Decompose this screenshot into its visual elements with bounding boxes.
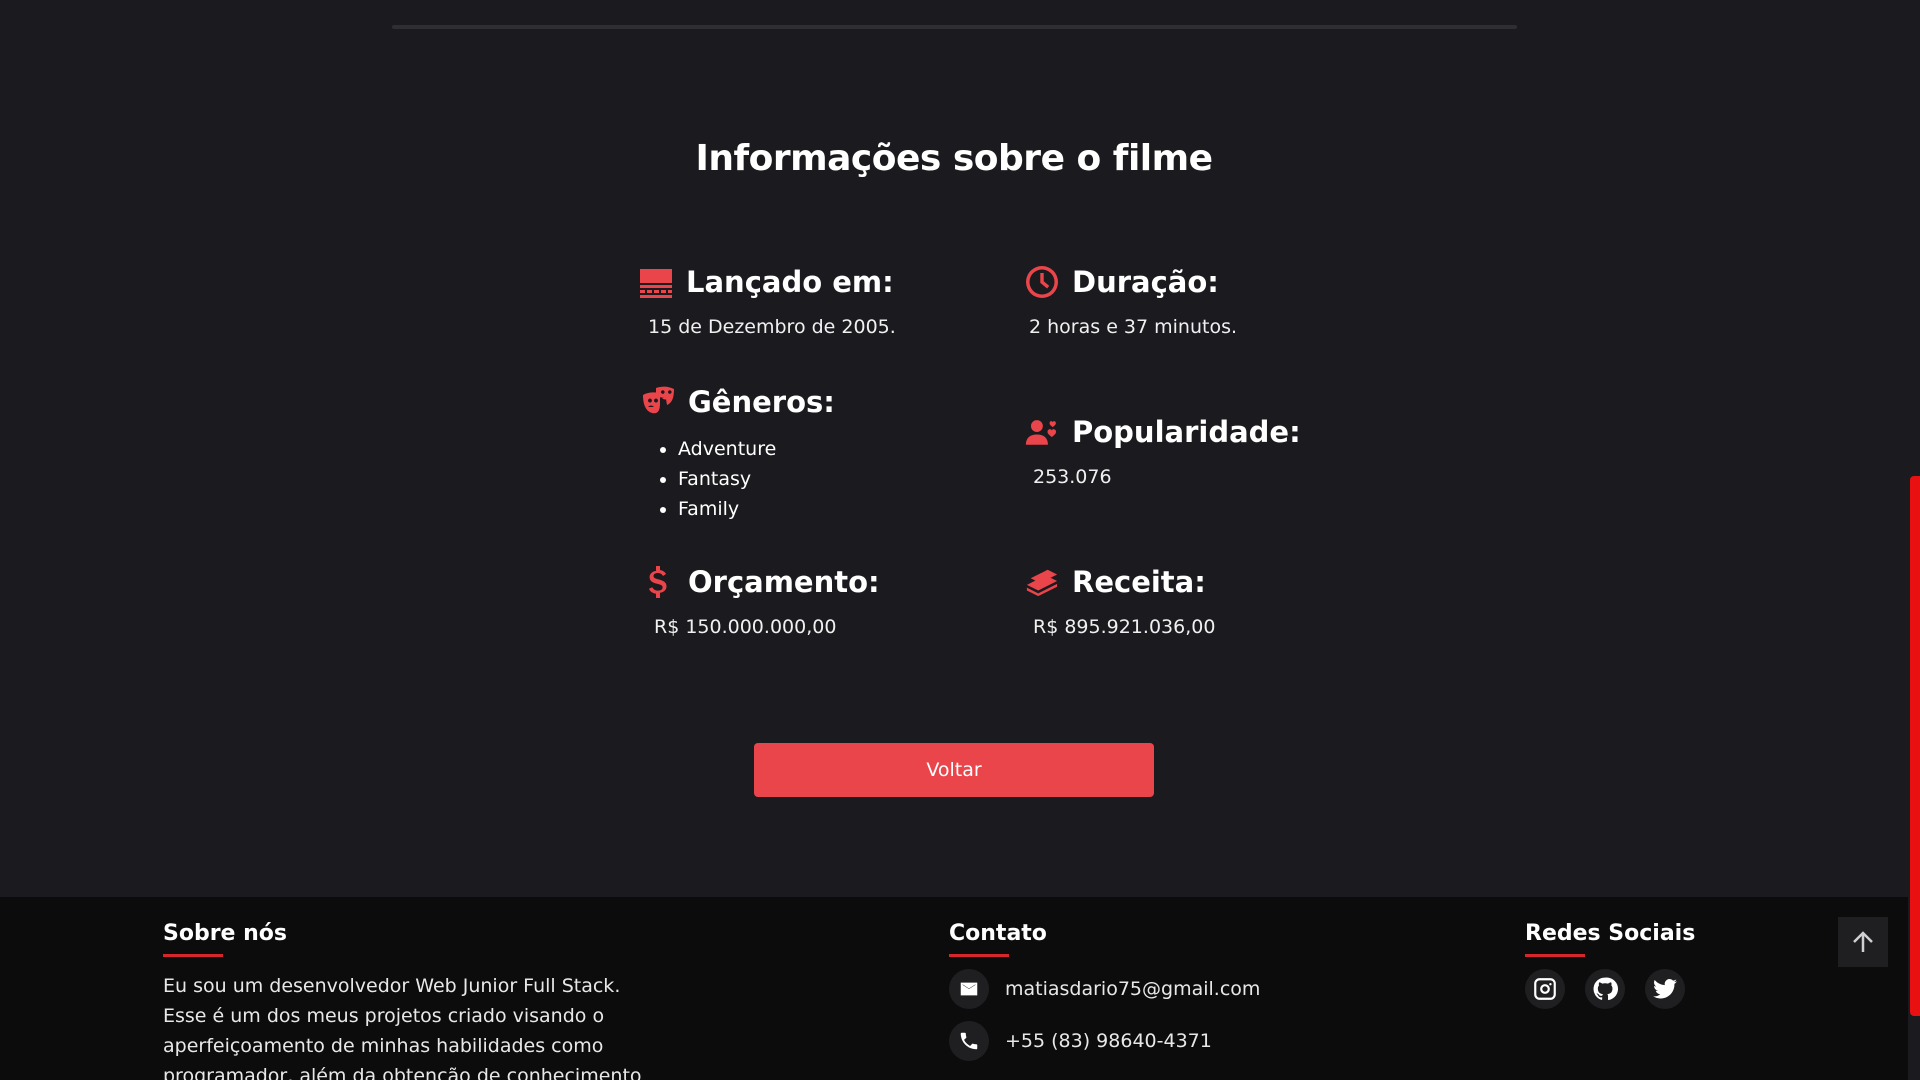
contact-title: Contato <box>949 921 1047 946</box>
footer-about: Sobre nós Eu sou um desenvolvedor Web Ju… <box>163 921 653 1080</box>
theater-masks-icon <box>640 384 676 420</box>
budget-label: Orçamento: <box>688 565 880 599</box>
footer-contact: Contato matiasdario75@gmail.com +55 (83)… <box>949 921 1260 1061</box>
release-info: Lançado em: 15 de Dezembro de 2005. <box>638 264 896 338</box>
genres-list: Adventure Fantasy Family <box>678 434 835 524</box>
social-links <box>1525 969 1695 1009</box>
back-button[interactable]: Voltar <box>754 743 1154 797</box>
clock-icon <box>1024 264 1060 300</box>
social-underline <box>1525 954 1585 957</box>
popularity-label: Popularidade: <box>1072 415 1301 449</box>
about-title: Sobre nós <box>163 921 288 946</box>
contact-underline <box>949 954 1009 957</box>
genres-label: Gêneros: <box>688 385 835 419</box>
budget-info: Orçamento: R$ 150.000.000,00 <box>640 564 880 638</box>
contact-phone-row[interactable]: +55 (83) 98640-4371 <box>949 1021 1260 1061</box>
revenue-value: R$ 895.921.036,00 <box>1033 616 1216 638</box>
genre-item: Family <box>678 494 835 524</box>
duration-value: 2 horas e 37 minutos. <box>1029 316 1238 338</box>
instagram-icon[interactable] <box>1525 969 1565 1009</box>
budget-value: R$ 150.000.000,00 <box>654 616 837 638</box>
github-icon[interactable] <box>1585 969 1625 1009</box>
genres-info: Gêneros: Adventure Fantasy Family <box>640 384 835 524</box>
duration-label: Duração: <box>1072 265 1219 299</box>
phone-icon <box>949 1021 989 1061</box>
genre-item: Fantasy <box>678 464 835 494</box>
money-stack-icon <box>1024 564 1060 600</box>
popularity-value: 253.076 <box>1033 466 1112 488</box>
genre-item: Adventure <box>678 434 835 464</box>
release-value: 15 de Dezembro de 2005. <box>648 316 896 338</box>
footer-social: Redes Sociais <box>1525 921 1695 1009</box>
calendar-icon <box>638 264 674 300</box>
footer: Sobre nós Eu sou um desenvolvedor Web Ju… <box>0 897 1908 1080</box>
scroll-to-top-button[interactable] <box>1838 917 1888 967</box>
release-label: Lançado em: <box>686 265 894 299</box>
contact-phone[interactable]: +55 (83) 98640-4371 <box>1005 1030 1212 1052</box>
dollar-icon <box>640 564 676 600</box>
revenue-info: Receita: R$ 895.921.036,00 <box>1024 564 1215 638</box>
users-heart-icon <box>1024 414 1060 450</box>
contact-email[interactable]: matiasdario75@gmail.com <box>1005 978 1260 1000</box>
popularity-info: Popularidade: 253.076 <box>1024 414 1301 488</box>
social-title: Redes Sociais <box>1525 921 1696 946</box>
section-title: Informações sobre o filme <box>695 138 1213 179</box>
revenue-label: Receita: <box>1072 565 1206 599</box>
twitter-icon[interactable] <box>1645 969 1685 1009</box>
mail-icon <box>949 969 989 1009</box>
about-text: Eu sou um desenvolvedor Web Junior Full … <box>163 975 642 1080</box>
scrollbar-thumb[interactable] <box>1910 476 1920 1016</box>
top-divider <box>392 25 1517 29</box>
about-underline <box>163 954 223 957</box>
arrow-up-icon <box>1853 931 1873 952</box>
duration-info: Duração: 2 horas e 37 minutos. <box>1024 264 1237 338</box>
contact-email-row[interactable]: matiasdario75@gmail.com <box>949 969 1260 1009</box>
